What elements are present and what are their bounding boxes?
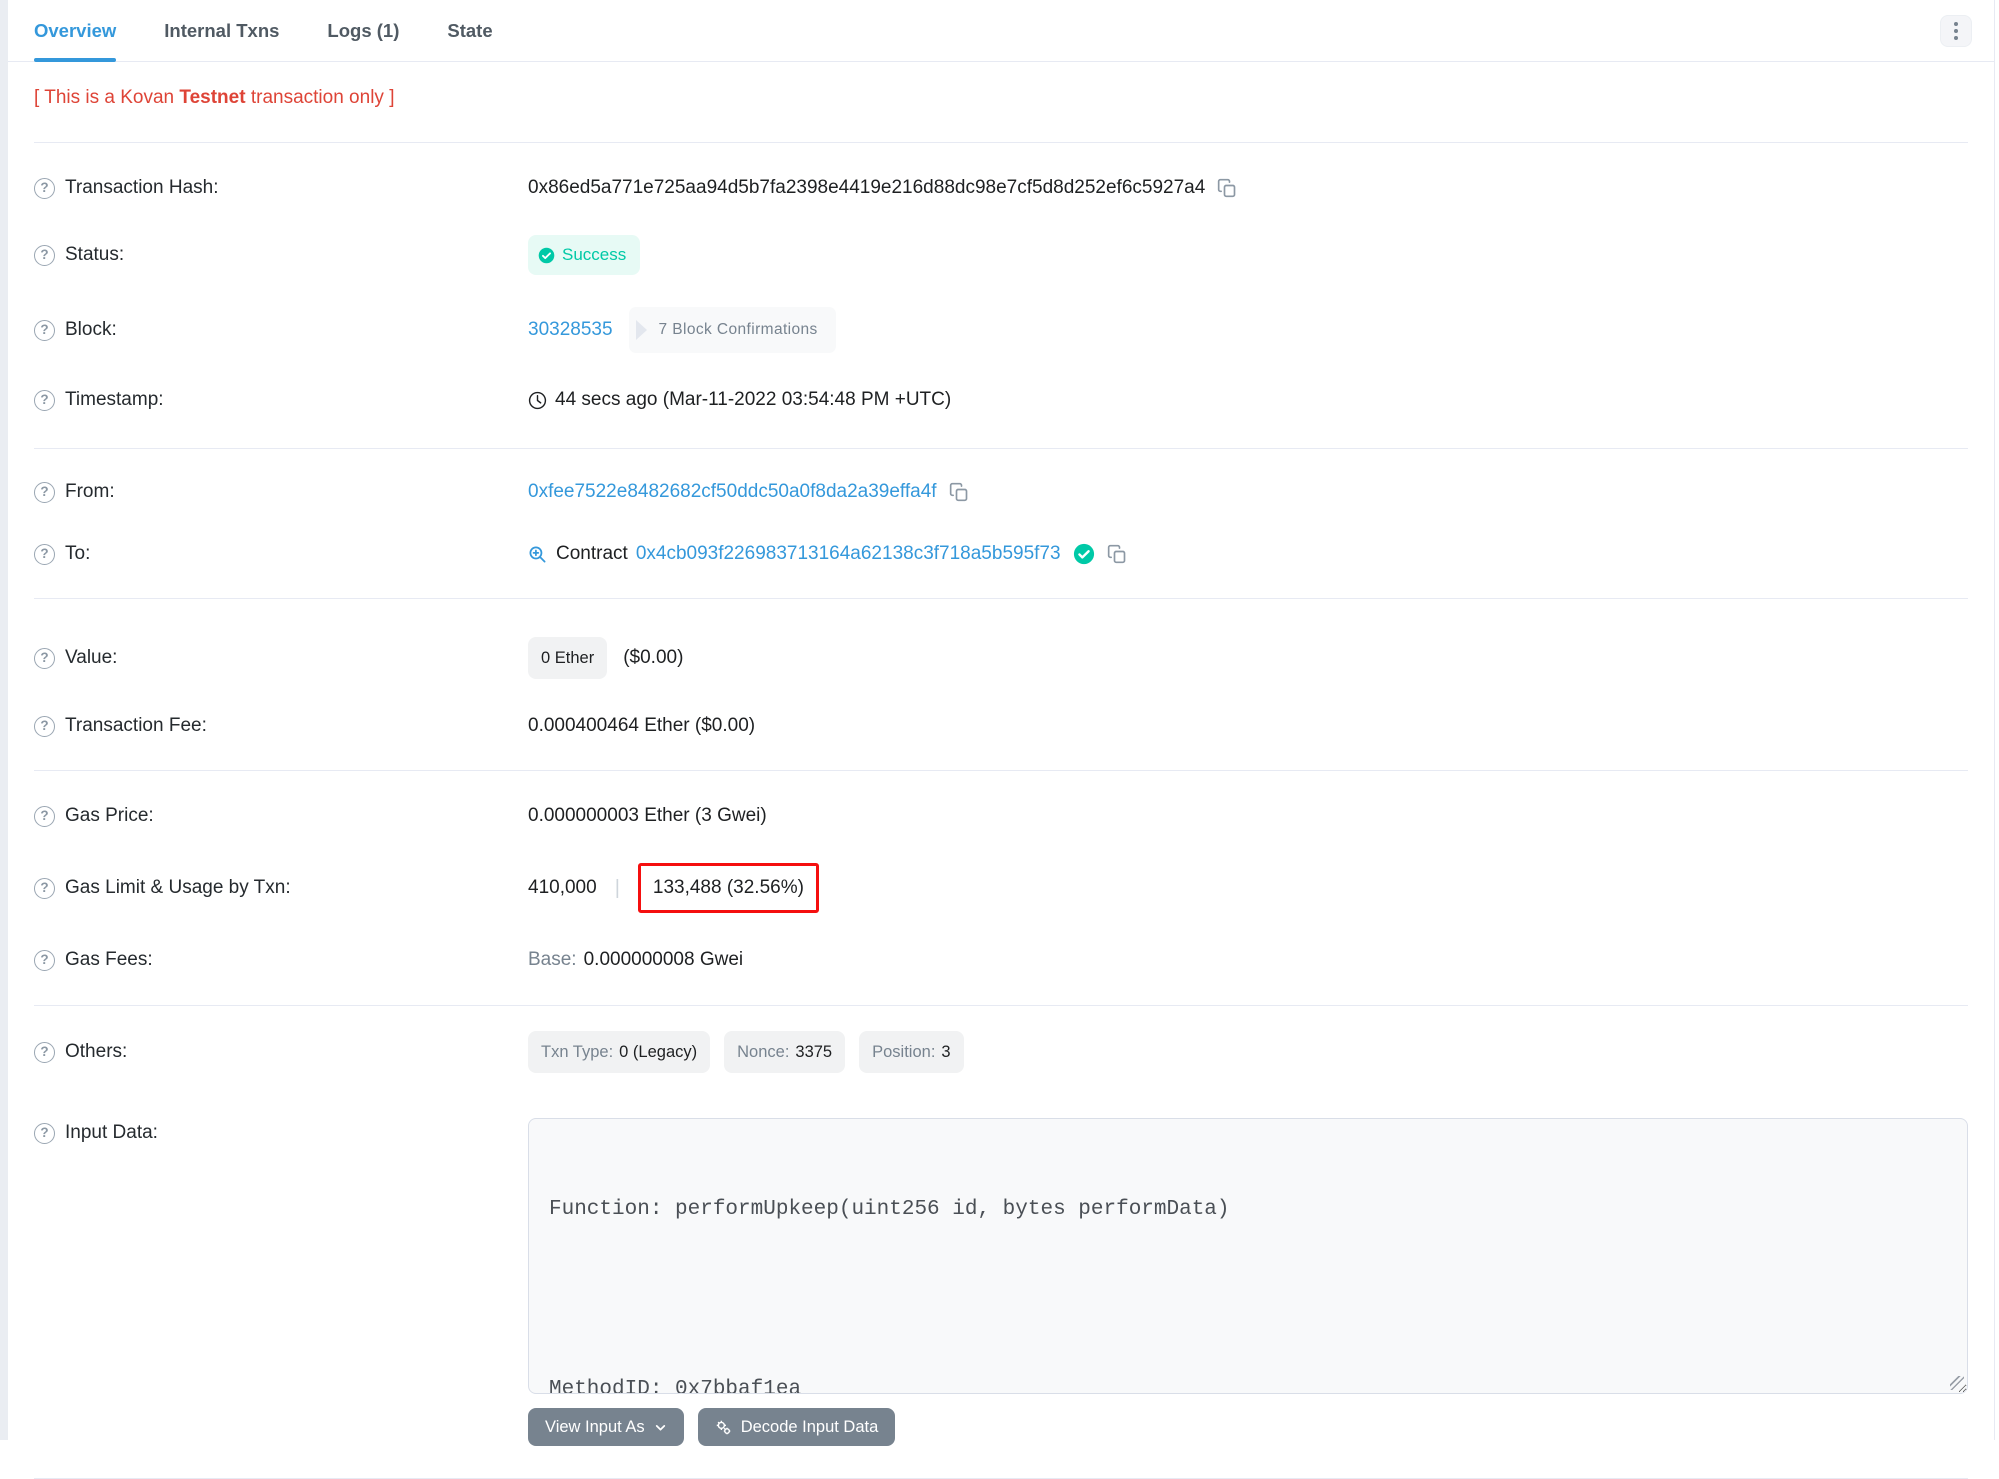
decode-input-data-button[interactable]: Decode Input Data [697,1408,896,1446]
status-row: ? Status: Success [34,219,1968,291]
value-row: ? Value: 0 Ether ($0.00) [34,621,1968,695]
gas-fees-label: Gas Fees: [65,949,153,970]
verified-check-icon [1073,543,1094,565]
block-label: Block: [65,319,117,340]
gas-limit-value: 410,000 [528,877,597,898]
tab-internal-txns[interactable]: Internal Txns [164,0,279,61]
kebab-menu-icon[interactable] [1940,14,1972,47]
nonce-badge: Nonce: 3375 [724,1031,846,1073]
gas-fees-base-label: Base: [528,949,577,970]
transaction-hash-row: ? Transaction Hash: 0x86ed5a771e725aa94d… [34,157,1968,219]
timestamp-value: 44 secs ago (Mar-11-2022 03:54:48 PM +UT… [555,389,952,410]
chevron-down-icon [655,1424,665,1431]
others-row: ? Others: Txn Type: 0 (Legacy) Nonce: 3375… [34,1015,1968,1089]
help-icon[interactable]: ? [34,177,55,199]
copy-icon[interactable] [949,482,969,502]
notice-section: [ This is a Kovan Testnet transaction on… [34,62,1968,143]
check-circle-icon [538,247,555,263]
contract-word: Contract [556,543,628,564]
txn-type-badge: Txn Type: 0 (Legacy) [528,1031,711,1073]
help-icon[interactable]: ? [34,715,55,737]
tab-overview[interactable]: Overview [34,0,117,62]
others-label: Others: [65,1041,128,1062]
help-icon[interactable]: ? [34,877,55,899]
gas-price-row: ? Gas Price: 0.000000003 Ether (3 Gwei) [34,785,1968,847]
input-data-textarea[interactable]: Function: performUpkeep(uint256 id, byte… [528,1118,1968,1394]
tab-state[interactable]: State [447,0,492,61]
gas-limit-usage-label: Gas Limit & Usage by Txn: [65,877,291,898]
input-data-label: Input Data: [65,1122,158,1143]
to-address-link[interactable]: 0x4cb093f226983713164a62138c3f718a5b595f… [636,539,1061,569]
help-icon[interactable]: ? [34,1041,55,1063]
help-icon[interactable]: ? [34,481,55,503]
status-label: Status: [65,244,125,265]
transaction-fee-value: 0.000400464 Ether ($0.00) [528,715,756,736]
position-badge: Position: 3 [859,1031,964,1073]
from-label: From: [65,481,115,502]
value-label: Value: [65,647,118,668]
transaction-hash-value: 0x86ed5a771e725aa94d5b7fa2398e4419e216d8… [528,177,1206,198]
zoom-in-icon[interactable] [528,545,547,564]
help-icon[interactable]: ? [34,389,55,411]
to-row: ? To: Contract 0x4cb093f226983713164a621… [34,523,1968,585]
gas-fees-row: ? Gas Fees: Base: 0.000000008 Gwei [34,929,1968,991]
help-icon[interactable]: ? [34,949,55,971]
help-icon[interactable]: ? [34,805,55,827]
decode-icon [716,1420,730,1434]
value-badge: 0 Ether [528,637,608,679]
transaction-hash-label: Transaction Hash: [65,177,219,198]
view-input-as-button[interactable]: View Input As [528,1408,684,1446]
gas-price-value: 0.000000003 Ether (3 Gwei) [528,805,767,826]
help-icon[interactable]: ? [34,647,55,669]
gas-fees-base-value: 0.000000008 Gwei [583,949,744,970]
clock-icon [528,391,547,409]
gas-price-label: Gas Price: [65,805,154,826]
timestamp-label: Timestamp: [65,389,164,410]
timestamp-row: ? Timestamp: 44 secs ago (Mar-11-2022 03… [34,369,1968,431]
gas-limit-usage-row: ? Gas Limit & Usage by Txn: 410,000 | 13… [34,847,1968,929]
tab-bar: Overview Internal Txns Logs (1) State [8,0,1994,62]
transaction-fee-label: Transaction Fee: [65,715,207,736]
status-badge: Success [528,235,641,275]
gas-usage-highlight-box: 133,488 (32.56%) [637,863,819,913]
resize-handle-icon[interactable] [1950,1376,1964,1390]
block-row: ? Block: 30328535 7 Block Confirmations [34,291,1968,369]
block-confirmations-badge: 7 Block Confirmations [628,307,836,353]
transaction-card: Overview Internal Txns Logs (1) State [ … [0,0,1995,1479]
copy-icon[interactable] [1217,178,1237,198]
help-icon[interactable]: ? [34,1122,55,1144]
value-usd: ($0.00) [623,647,684,668]
copy-icon[interactable] [1107,544,1127,564]
to-label: To: [65,543,91,564]
input-data-row: ? Input Data: Function: performUpkeep(ui… [34,1089,1968,1446]
tab-logs[interactable]: Logs (1) [327,0,399,61]
testnet-notice: [ This is a Kovan Testnet transaction on… [34,87,395,108]
from-row: ? From: 0xfee7522e8482682cf50ddc50a0f8da… [34,461,1968,523]
gas-usage-value: 133,488 (32.56%) [652,877,804,898]
transaction-fee-row: ? Transaction Fee: 0.000400464 Ether ($0… [34,695,1968,757]
help-icon[interactable]: ? [34,319,55,341]
help-icon[interactable]: ? [34,543,55,565]
block-number-link[interactable]: 30328535 [528,315,613,345]
gas-limit-separator: | [614,877,620,899]
from-address-link[interactable]: 0xfee7522e8482682cf50ddc50a0f8da2a39effa… [528,477,937,507]
help-icon[interactable]: ? [34,244,55,266]
